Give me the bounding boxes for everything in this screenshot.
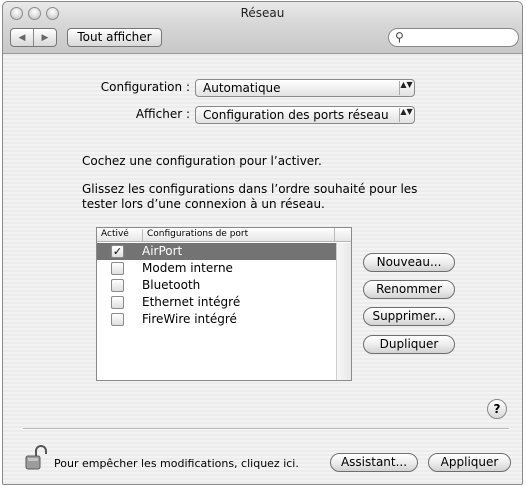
column-header-active[interactable]: Activé: [101, 229, 129, 239]
duplicate-button[interactable]: Dupliquer: [363, 335, 455, 354]
table-row[interactable]: Modem interne: [97, 260, 336, 277]
divider: [23, 428, 509, 430]
delete-button[interactable]: Supprimer...: [363, 307, 455, 326]
configuration-popup[interactable]: Automatique ▲▼: [195, 79, 415, 97]
help-button[interactable]: ?: [487, 399, 507, 419]
instruction-activate: Cochez une configuration pour l’activer.: [82, 154, 322, 168]
unlocked-padlock-icon[interactable]: [25, 445, 47, 471]
column-header-port-configurations[interactable]: Configurations de port: [142, 229, 248, 242]
configuration-label: Configuration :: [100, 80, 190, 94]
popup-arrows-icon: ▲▼: [399, 108, 413, 122]
port-name: FireWire intégré: [142, 312, 237, 326]
instruction-order: Glissez les configurations dans l’ordre …: [82, 182, 418, 211]
back-arrow-icon[interactable]: ◀: [11, 29, 33, 46]
show-popup[interactable]: Configuration des ports réseau ▲▼: [195, 106, 415, 124]
port-name: Ethernet intégré: [142, 295, 241, 309]
table-scrollbar[interactable]: [336, 243, 351, 380]
configuration-popup-value: Automatique: [203, 81, 281, 95]
rename-button[interactable]: Renommer: [363, 280, 455, 299]
active-checkbox[interactable]: ✓: [111, 245, 124, 258]
forward-arrow-icon[interactable]: ▶: [33, 29, 56, 46]
active-checkbox[interactable]: [111, 296, 124, 309]
lock-message: Pour empêcher les modifications, cliquez…: [54, 457, 299, 470]
port-name: AirPort: [142, 244, 183, 258]
network-preferences-window: Réseau ◀ ▶ Tout afficher ⚲ Configuration…: [2, 1, 523, 485]
port-name: Modem interne: [142, 261, 233, 275]
window-title: Réseau: [240, 6, 285, 20]
table-row[interactable]: Bluetooth: [97, 277, 336, 294]
port-name: Bluetooth: [142, 278, 201, 292]
table-row[interactable]: FireWire intégré: [97, 311, 336, 328]
show-all-button[interactable]: Tout afficher: [67, 28, 162, 47]
back-forward-control: ◀ ▶: [10, 28, 57, 47]
title-bar: Réseau ◀ ▶ Tout afficher ⚲: [3, 2, 522, 54]
apply-button[interactable]: Appliquer: [428, 453, 511, 472]
port-configurations-table[interactable]: Activé Configurations de port ✓ AirPort …: [96, 227, 352, 381]
magnifier-icon: ⚲: [395, 30, 404, 44]
show-popup-value: Configuration des ports réseau: [203, 108, 389, 122]
table-row[interactable]: Ethernet intégré: [97, 294, 336, 311]
show-label: Afficher :: [135, 107, 190, 121]
popup-arrows-icon: ▲▼: [399, 81, 413, 95]
new-button[interactable]: Nouveau...: [363, 253, 455, 272]
assistant-button[interactable]: Assistant...: [330, 453, 418, 472]
table-row[interactable]: ✓ AirPort: [97, 243, 336, 260]
search-field[interactable]: ⚲: [388, 28, 519, 47]
active-checkbox[interactable]: [111, 313, 124, 326]
table-header: Activé Configurations de port: [97, 228, 351, 242]
active-checkbox[interactable]: [111, 279, 124, 292]
active-checkbox[interactable]: [111, 262, 124, 275]
